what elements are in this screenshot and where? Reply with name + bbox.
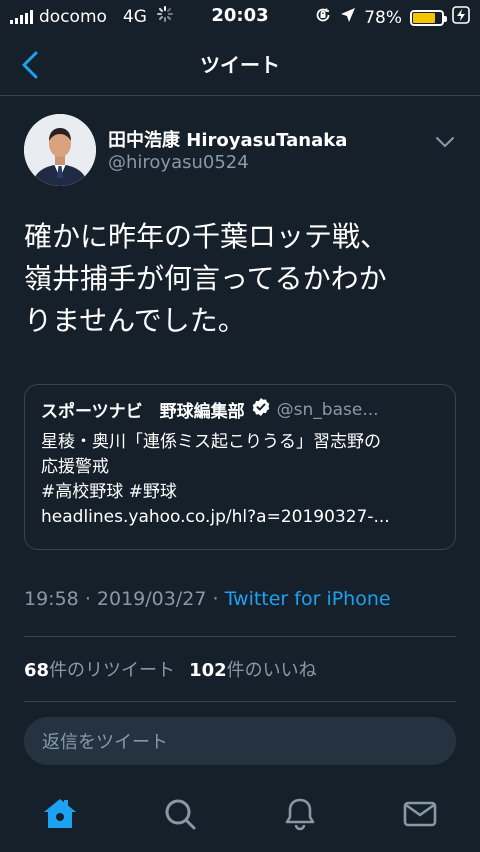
likes-stat[interactable]: 102件のいいね [189,656,317,682]
like-count: 102 [189,660,227,681]
quoted-text-line: 応援警戒 [41,457,109,477]
tweet-text: 確かに昨年の千葉ロッテ戦、 嶺井捕手が何言ってるかわか りませんでした。 [24,216,456,342]
tweet-header: 田中浩康 HiroyasuTanaka @hiroyasu0524 [24,114,456,186]
meta-separator: · [212,588,219,610]
tweet-date: 2019/03/27 [96,588,207,610]
tab-messages[interactable] [400,794,440,834]
quoted-tweet-card[interactable]: スポーツナビ 野球編集部 @sn_base... 星稜・奥川「連係ミス起こりうる… [24,384,456,550]
tweet-meta: 19:58 · 2019/03/27 · Twitter for iPhone [24,588,391,610]
messages-icon [403,801,437,827]
reply-input[interactable]: 返信をツイート [24,717,456,765]
tab-search[interactable] [160,794,200,834]
tweet-time: 19:58 [24,588,79,610]
quoted-tweet-header: スポーツナビ 野球編集部 @sn_base... [41,397,439,422]
battery-level [413,12,435,23]
status-bar: docomo 4G 20:03 78% [0,0,480,34]
retweets-stat[interactable]: 68件のリツイート [24,656,175,682]
quoted-author-handle: @sn_base... [276,399,379,420]
battery-icon [410,9,447,26]
quoted-author-name: スポーツナビ 野球編集部 [41,402,245,422]
orientation-lock-icon [314,6,332,29]
tweet-text-line: 嶺井捕手が何言ってるかわか [24,262,387,295]
search-icon [165,799,196,830]
like-label: 件のいいね [226,660,317,681]
quoted-link[interactable]: headlines.yahoo.co.jp/hl?a=20190327-... [41,505,439,530]
navigation-bar: ツイート [0,34,480,96]
location-icon [340,7,356,28]
verified-badge-icon [251,397,271,422]
tweet-text-line: りませんでした。 [24,304,246,337]
quoted-text-line: 星稜・奥川「連係ミス起こりうる」習志野の [41,432,381,452]
reply-placeholder: 返信をツイート [42,732,168,753]
home-icon [44,799,76,828]
chevron-down-icon [436,137,454,147]
tab-notifications[interactable] [280,794,320,834]
tab-home[interactable] [40,794,80,834]
battery-percent: 78% [364,7,402,28]
quoted-tweet-text: 星稜・奥川「連係ミス起こりうる」習志野の 応援警戒 #高校野球 #野球 head… [41,430,439,530]
page-title: ツイート [200,53,280,77]
quoted-hashtags[interactable]: #高校野球 #野球 [41,480,439,505]
author-name[interactable]: 田中浩康 HiroyasuTanaka [108,126,347,152]
tweet-text-line: 確かに昨年の千葉ロッテ戦、 [24,220,389,253]
meta-separator: · [84,588,91,610]
notifications-icon [285,798,315,831]
tab-bar [0,784,480,852]
tweet-stats: 68件のリツイート 102件のいいね [24,636,456,702]
author-handle[interactable]: @hiroyasu0524 [108,152,249,173]
avatar[interactable] [24,114,96,186]
tweet-menu-button[interactable] [434,134,456,150]
retweet-count: 68 [24,660,50,681]
status-right: 78% [314,6,470,29]
tweet-source-link[interactable]: Twitter for iPhone [225,588,391,610]
retweet-label: 件のリツイート [49,660,176,681]
charging-icon [452,6,470,29]
